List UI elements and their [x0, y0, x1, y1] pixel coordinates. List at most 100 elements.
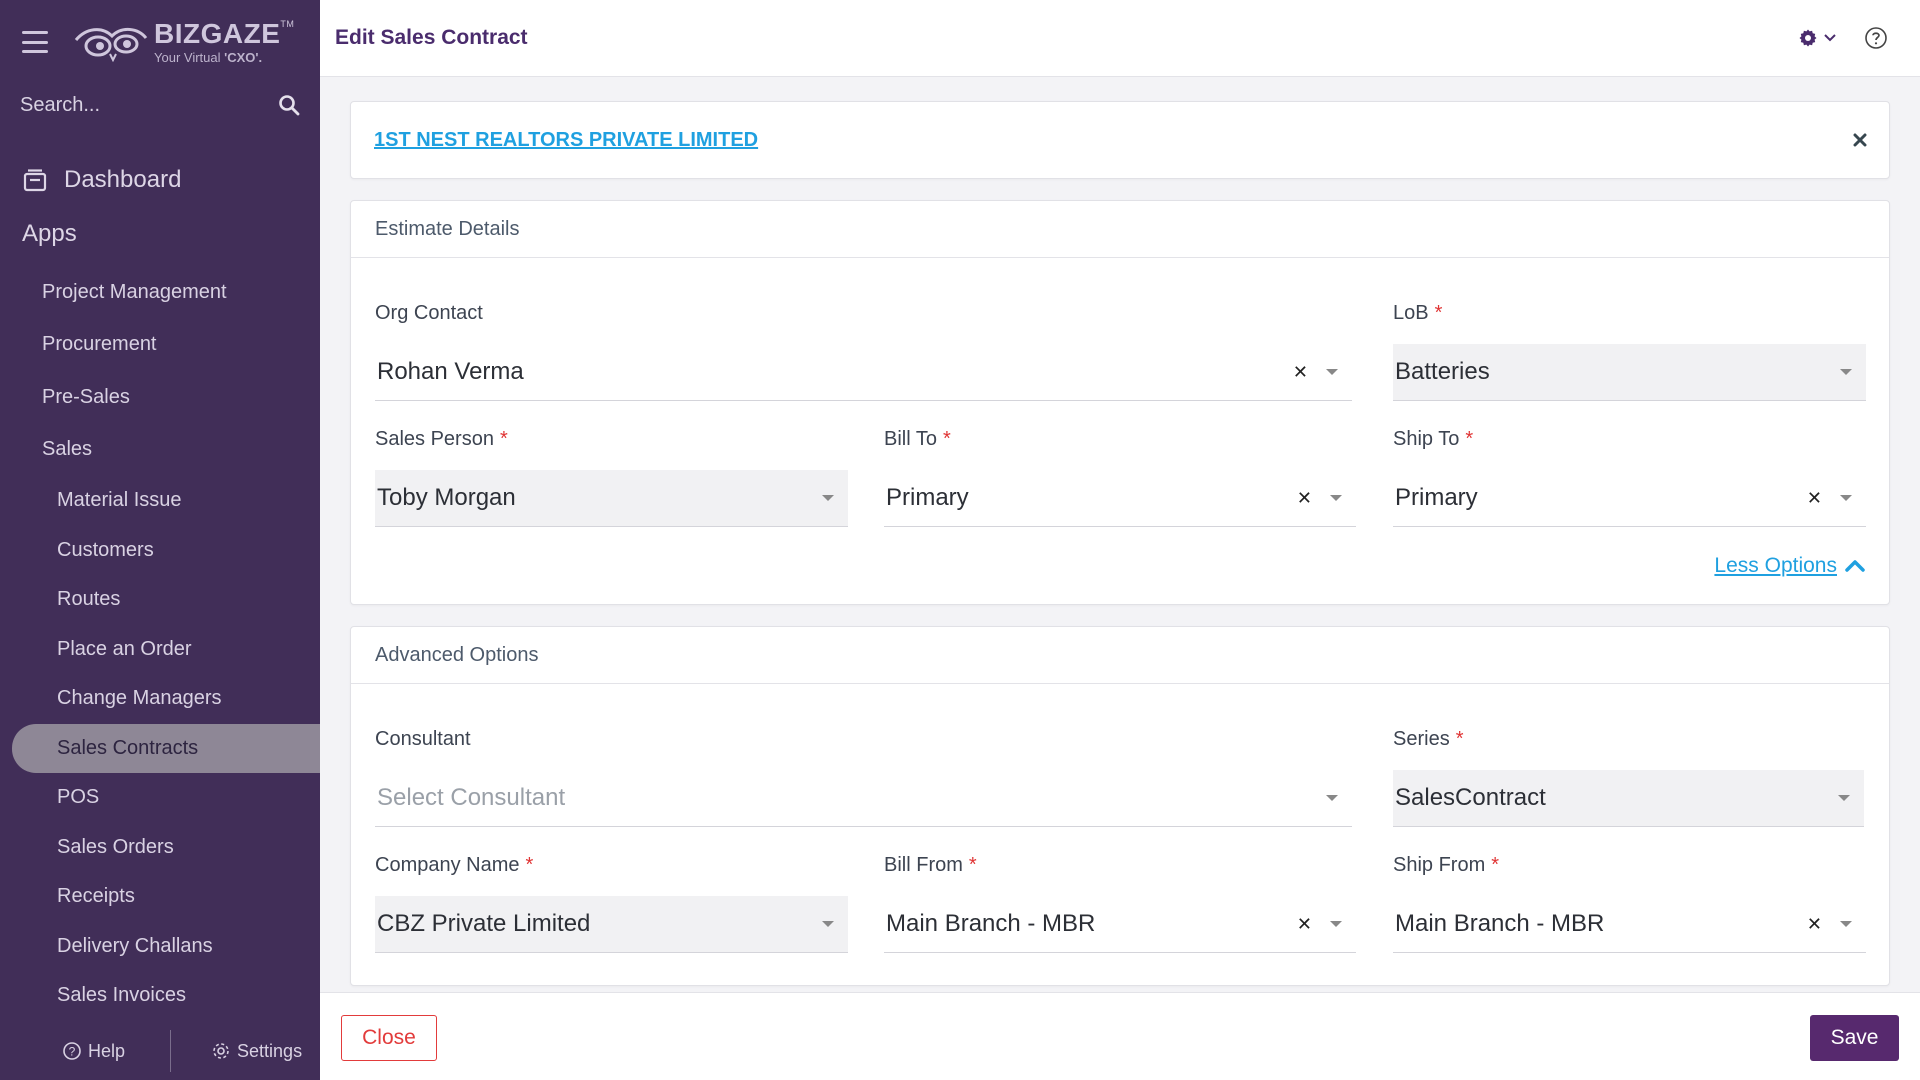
clear-icon[interactable]: ✕	[1807, 488, 1822, 509]
help-link[interactable]: ? Help	[62, 1041, 125, 1062]
ship-to-label: Ship To	[1393, 428, 1460, 450]
bill-to-select[interactable]: Primary ✕	[884, 470, 1356, 527]
ship-from-value: Main Branch - MBR	[1395, 910, 1605, 937]
sidebar-search-input[interactable]	[20, 93, 240, 117]
sidebar-nav: Dashboard Apps Project Management Procur…	[0, 158, 320, 1021]
required-marker: *	[968, 854, 977, 876]
required-marker: *	[943, 428, 951, 450]
series-value: SalesContract	[1395, 784, 1546, 811]
hamburger-menu-icon[interactable]	[22, 31, 48, 53]
series-label: Series	[1393, 728, 1450, 750]
top-header: Edit Sales Contract	[320, 0, 1920, 77]
sidebar-apps-heading[interactable]: Apps	[0, 202, 320, 266]
customer-card: 1ST NEST REALTORS PRIVATE LIMITED	[350, 101, 1890, 179]
sidebar-item-delivery-challans[interactable]: Delivery Challans	[0, 922, 320, 972]
clear-icon[interactable]: ✕	[1293, 362, 1308, 383]
bill-from-label: Bill From	[884, 854, 963, 876]
bill-to-label: Bill To	[884, 428, 937, 450]
sidebar-item-sales[interactable]: Sales	[0, 424, 320, 477]
caret-down-icon	[1330, 921, 1342, 927]
lob-value: Batteries	[1395, 358, 1490, 385]
ship-to-select[interactable]: Primary ✕	[1393, 470, 1866, 527]
caret-down-icon	[1838, 795, 1850, 801]
dashboard-icon	[23, 169, 47, 192]
bill-to-field: Bill To * Primary ✕	[884, 426, 1356, 527]
ship-to-value: Primary	[1395, 484, 1478, 511]
section-title: Advanced Options	[351, 627, 1889, 684]
required-marker: *	[499, 428, 508, 450]
gear-icon	[1799, 29, 1817, 47]
sidebar-item-sales-invoices[interactable]: Sales Invoices	[0, 971, 320, 1021]
estimate-details-card: Estimate Details Org Contact Rohan Verma…	[350, 200, 1890, 605]
search-icon[interactable]	[278, 94, 300, 116]
lob-select[interactable]: Batteries	[1393, 344, 1866, 401]
help-circle-icon[interactable]	[1864, 26, 1888, 50]
sidebar-item-material-issue[interactable]: Material Issue	[0, 476, 320, 526]
caret-down-icon	[1840, 369, 1852, 375]
bill-from-select[interactable]: Main Branch - MBR ✕	[884, 896, 1356, 953]
settings-link[interactable]: Settings	[211, 1041, 302, 1062]
required-marker: *	[1455, 728, 1464, 750]
sidebar-search	[20, 84, 300, 126]
caret-down-icon	[1840, 921, 1852, 927]
sidebar-item-sales-orders[interactable]: Sales Orders	[0, 823, 320, 873]
consultant-select[interactable]: Select Consultant	[375, 770, 1352, 827]
org-contact-select[interactable]: Rohan Verma ✕	[375, 344, 1352, 401]
header-actions	[1798, 26, 1888, 50]
required-marker: *	[1465, 428, 1474, 450]
svg-text:?: ?	[69, 1045, 76, 1059]
bill-from-value: Main Branch - MBR	[886, 910, 1096, 937]
company-name-field: Company Name * CBZ Private Limited	[375, 852, 848, 953]
caret-down-icon	[1326, 795, 1338, 801]
sidebar-item-change-managers[interactable]: Change Managers	[0, 674, 320, 724]
sidebar: BIZGAZETM Your Virtual 'CXO'. Dashboard …	[0, 0, 320, 1080]
sidebar-item-receipts[interactable]: Receipts	[0, 872, 320, 922]
series-select[interactable]: SalesContract	[1393, 770, 1864, 827]
less-options-link[interactable]: Less Options	[1714, 554, 1865, 578]
org-contact-label: Org Contact	[375, 302, 483, 324]
company-name-value: CBZ Private Limited	[377, 910, 591, 937]
logo[interactable]: BIZGAZETM Your Virtual 'CXO'.	[72, 20, 294, 64]
help-label: Help	[88, 1040, 126, 1061]
gear-icon	[213, 1043, 229, 1059]
sidebar-item-place-an-order[interactable]: Place an Order	[0, 625, 320, 675]
sales-person-field: Sales Person * Toby Morgan	[375, 426, 848, 527]
ship-from-select[interactable]: Main Branch - MBR ✕	[1393, 896, 1866, 953]
sidebar-item-dashboard[interactable]: Dashboard	[0, 158, 320, 202]
settings-dropdown[interactable]	[1798, 28, 1836, 48]
less-options-label: Less Options	[1714, 554, 1837, 577]
required-marker: *	[1434, 302, 1443, 324]
lob-field: LoB * Batteries	[1393, 300, 1866, 401]
sales-person-select[interactable]: Toby Morgan	[375, 470, 848, 527]
sidebar-item-pos[interactable]: POS	[0, 773, 320, 823]
bizgaze-owl-logo-icon	[74, 28, 148, 62]
sidebar-item-customers[interactable]: Customers	[0, 526, 320, 576]
customer-name-link[interactable]: 1ST NEST REALTORS PRIVATE LIMITED	[374, 129, 758, 152]
sidebar-item-procurement[interactable]: Procurement	[0, 319, 320, 372]
sidebar-item-project-management[interactable]: Project Management	[0, 266, 320, 319]
caret-down-icon	[822, 921, 834, 927]
clear-icon[interactable]: ✕	[1807, 914, 1822, 935]
brand-tm: TM	[280, 19, 295, 29]
sidebar-item-routes[interactable]: Routes	[0, 575, 320, 625]
close-button[interactable]: Close	[341, 1015, 437, 1061]
company-name-label: Company Name	[375, 854, 520, 876]
close-icon[interactable]	[1853, 133, 1867, 147]
bill-from-field: Bill From * Main Branch - MBR ✕	[884, 852, 1356, 953]
series-field: Series * SalesContract	[1393, 726, 1864, 827]
advanced-options-card: Advanced Options Consultant Select Consu…	[350, 626, 1890, 986]
org-contact-field: Org Contact Rohan Verma ✕	[375, 300, 1352, 401]
settings-label: Settings	[237, 1040, 303, 1061]
sidebar-item-sales-contracts[interactable]: Sales Contracts	[12, 723, 320, 773]
save-button[interactable]: Save	[1810, 1015, 1899, 1061]
chevron-down-icon	[1824, 34, 1836, 42]
page-title: Edit Sales Contract	[335, 26, 528, 49]
clear-icon[interactable]: ✕	[1297, 488, 1312, 509]
required-marker: *	[1491, 854, 1500, 876]
sidebar-item-pre-sales[interactable]: Pre-Sales	[0, 371, 320, 424]
clear-icon[interactable]: ✕	[1297, 914, 1312, 935]
required-marker: *	[525, 854, 534, 876]
sales-person-label: Sales Person	[375, 428, 494, 450]
footer-divider	[170, 1030, 172, 1072]
company-name-select[interactable]: CBZ Private Limited	[375, 896, 848, 953]
